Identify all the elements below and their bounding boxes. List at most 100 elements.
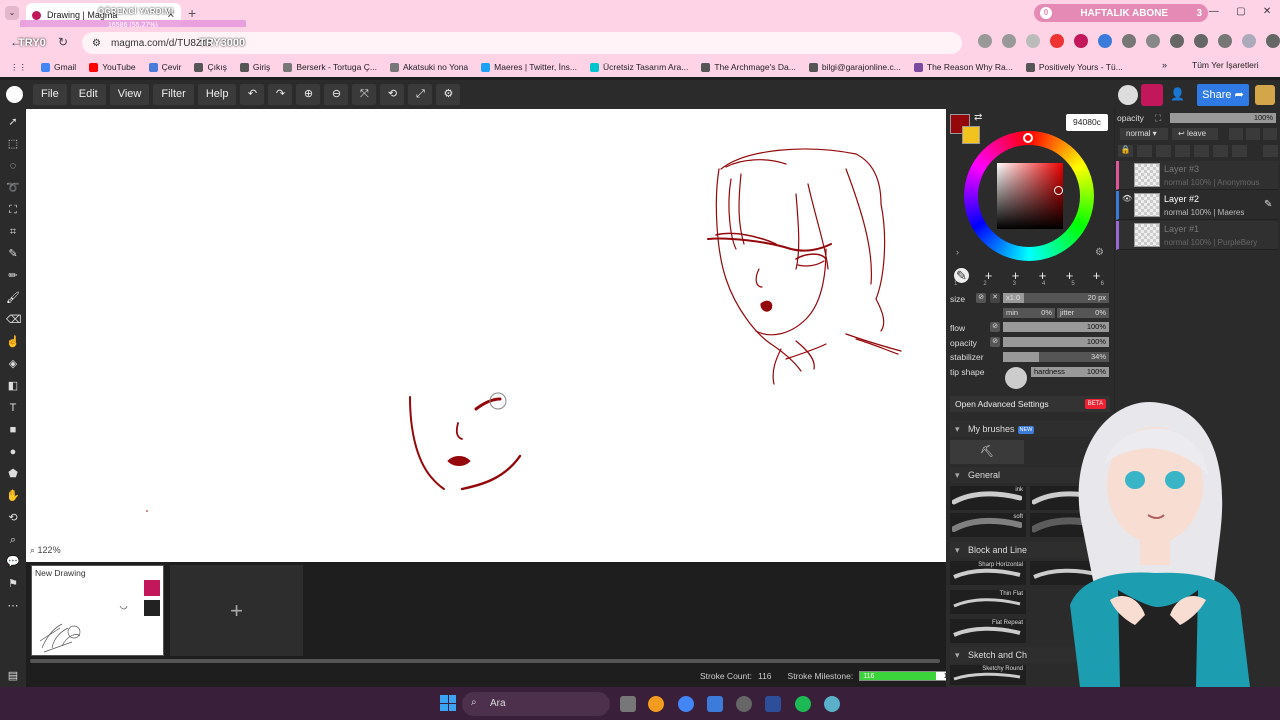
duplicate-layer-icon[interactable] bbox=[1229, 128, 1243, 140]
bookmark-4[interactable]: Giriş bbox=[239, 62, 270, 72]
zoom-level[interactable]: ⌕ 122% bbox=[30, 545, 61, 556]
jitter-slider[interactable]: jitter 0% bbox=[1057, 308, 1109, 318]
extension-bulb-icon[interactable] bbox=[1122, 34, 1136, 48]
lock-layer-icon[interactable]: 🔒 bbox=[1118, 145, 1133, 157]
brush-sharp-horizontal[interactable]: Sharp Horizontal bbox=[950, 561, 1026, 585]
brush-thin-flat[interactable]: Thin Flat bbox=[950, 590, 1026, 614]
eraser-icon[interactable]: ⌫ bbox=[6, 313, 22, 327]
site-info-icon[interactable]: ⚙ bbox=[92, 38, 101, 49]
user-avatar-2[interactable] bbox=[1141, 84, 1163, 106]
redo-icon[interactable]: ↷ bbox=[268, 84, 293, 105]
account-avatar[interactable] bbox=[1255, 85, 1275, 105]
crop-icon[interactable]: ⌗ bbox=[6, 225, 20, 239]
start-icon[interactable] bbox=[440, 695, 456, 711]
flow-slider[interactable]: 100% bbox=[1003, 322, 1109, 332]
hand-icon[interactable]: ✋ bbox=[6, 489, 20, 503]
reload-icon[interactable]: ↻ bbox=[58, 35, 68, 49]
opacity-pressure-icon[interactable]: ⊘ bbox=[990, 337, 1000, 347]
menu-file[interactable]: File bbox=[33, 84, 67, 105]
install-icon[interactable] bbox=[978, 34, 992, 48]
new-tab-button[interactable]: + bbox=[188, 5, 196, 21]
taskbar-app-3-icon[interactable] bbox=[707, 696, 723, 712]
zoom-out-icon[interactable]: ⊖ bbox=[324, 84, 349, 105]
new-layer-icon[interactable] bbox=[1263, 128, 1277, 140]
brush-ink[interactable]: ink bbox=[950, 486, 1026, 510]
bookmark-2[interactable]: Çevir bbox=[148, 62, 181, 72]
bookmark-star-icon[interactable] bbox=[1026, 34, 1040, 48]
more-tools-icon[interactable]: ⋯ bbox=[6, 599, 20, 613]
expand-palette-icon[interactable]: › bbox=[956, 247, 959, 257]
saturation-value-square[interactable] bbox=[997, 163, 1063, 229]
size-slider[interactable]: x1.0 20 px bbox=[1003, 293, 1109, 303]
chrome-taskbar-icon[interactable] bbox=[678, 696, 694, 712]
rotate-icon[interactable]: ⟲ bbox=[380, 84, 405, 105]
layer-2-visibility-icon[interactable]: 👁 bbox=[1122, 194, 1132, 203]
swap-colors-icon[interactable]: ⇄ bbox=[974, 112, 982, 123]
tab-search-icon[interactable]: ⌄ bbox=[5, 6, 19, 20]
bookmark-5[interactable]: Berserk - Tortuga Ç... bbox=[283, 62, 377, 72]
hue-handle[interactable] bbox=[1023, 133, 1033, 143]
size-pressure-icon[interactable]: ⊘ bbox=[976, 293, 986, 303]
drawings-scrollbar[interactable] bbox=[30, 659, 940, 663]
fullscreen-icon[interactable]: ⤢ bbox=[408, 84, 433, 105]
bookmark-9[interactable]: The Archmage's Da... bbox=[701, 62, 796, 72]
bookmark-7[interactable]: Maeres | Twitter, İns... bbox=[481, 62, 577, 72]
transform-icon[interactable]: ⛶ bbox=[6, 203, 20, 217]
undo-icon[interactable]: ↶ bbox=[240, 84, 265, 105]
erase-layer-icon[interactable] bbox=[1156, 145, 1171, 157]
color-handle[interactable] bbox=[1054, 186, 1063, 195]
taskbar-search[interactable]: Ara bbox=[462, 692, 610, 716]
extension-blue-icon[interactable] bbox=[1098, 34, 1112, 48]
layer-opacity-slider[interactable]: 100% bbox=[1170, 113, 1276, 123]
fit-icon[interactable]: ⤧ bbox=[352, 84, 377, 105]
reference-icon[interactable]: ⚑ bbox=[6, 577, 20, 591]
search-layer-icon[interactable] bbox=[1232, 145, 1247, 157]
extension-red-icon[interactable] bbox=[1050, 34, 1064, 48]
zoom-in-icon[interactable]: ⊕ bbox=[296, 84, 321, 105]
extension-magenta-icon[interactable] bbox=[1074, 34, 1088, 48]
bookmark-3[interactable]: Çıkış bbox=[194, 62, 227, 72]
browser-menu-icon[interactable] bbox=[1266, 34, 1280, 48]
bookmark-0[interactable]: Gmail bbox=[41, 62, 76, 72]
user-avatar-1[interactable] bbox=[1118, 85, 1138, 105]
add-user-icon[interactable]: 👤 bbox=[1170, 87, 1185, 101]
layer-row-3[interactable]: Layer #3 normal 100% | Anonymous bbox=[1116, 161, 1278, 190]
bookmark-12[interactable]: Positively Yours - Tü... bbox=[1025, 62, 1123, 72]
select-ellipse-icon[interactable]: ◌ bbox=[6, 159, 20, 173]
minimize-icon[interactable]: — bbox=[1209, 6, 1219, 17]
bookmark-6[interactable]: Akatsuki no Yona bbox=[389, 62, 468, 72]
lasso-icon[interactable]: ➰ bbox=[6, 181, 20, 195]
taskbar-app-7-icon[interactable] bbox=[824, 696, 840, 712]
bookmark-10[interactable]: bilgi@garajonline.c... bbox=[808, 62, 901, 72]
text-tool-icon[interactable]: T bbox=[6, 401, 20, 415]
share-button[interactable]: Share ➦ bbox=[1197, 84, 1249, 106]
brush-opacity-slider[interactable]: 100% bbox=[1003, 337, 1109, 347]
menu-view[interactable]: View bbox=[109, 84, 150, 105]
color-settings-icon[interactable]: ⚙ bbox=[1095, 247, 1104, 258]
reading-list-icon[interactable] bbox=[1194, 34, 1208, 48]
menu-help[interactable]: Help bbox=[197, 84, 237, 105]
add-drawing-button[interactable]: + bbox=[170, 565, 303, 656]
comment-icon[interactable]: 💬 bbox=[6, 555, 20, 569]
layer-opacity-lock-icon[interactable]: ⛶ bbox=[1155, 113, 1161, 124]
task-view-icon[interactable] bbox=[620, 696, 636, 712]
size-lock-icon[interactable]: ✕ bbox=[990, 293, 1000, 303]
eyedropper-icon[interactable]: ✎ bbox=[6, 247, 20, 261]
ellipse-icon[interactable]: ● bbox=[6, 445, 20, 459]
extensions-puzzle-icon[interactable] bbox=[1170, 34, 1184, 48]
pencil-icon[interactable]: ✏ bbox=[6, 269, 20, 283]
add-brush-icon[interactable]: ⛏ bbox=[950, 440, 1024, 464]
stabilizer-slider[interactable]: 34% bbox=[1003, 352, 1109, 362]
drawings-panel-icon[interactable]: ▤ bbox=[6, 669, 20, 683]
bookmark-1[interactable]: YouTube bbox=[89, 62, 136, 72]
layer-row-2[interactable]: 👁 Layer #2 normal 100% | Maeres ✎ bbox=[1116, 191, 1278, 220]
more-bookmarks-icon[interactable]: » bbox=[1162, 60, 1167, 70]
shape-icon[interactable]: ⬟ bbox=[6, 467, 20, 481]
spotify-taskbar-icon[interactable] bbox=[795, 696, 811, 712]
zoom-tool-icon[interactable]: ⌕ bbox=[6, 533, 20, 547]
brush-icon[interactable]: 🖌 bbox=[6, 291, 20, 305]
flow-pressure-icon[interactable]: ⊘ bbox=[990, 322, 1000, 332]
leave-layer-button[interactable]: ↩ leave bbox=[1172, 128, 1218, 140]
move-tool-icon[interactable]: ➚ bbox=[6, 115, 20, 129]
maximize-icon[interactable]: ▢ bbox=[1236, 6, 1245, 17]
